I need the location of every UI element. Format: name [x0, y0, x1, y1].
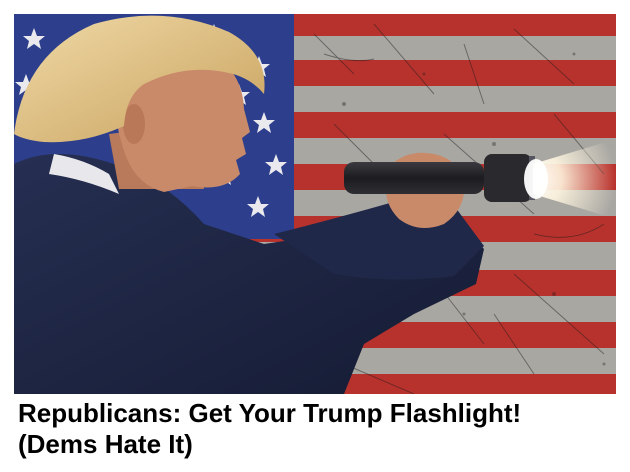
ad-image[interactable]	[14, 14, 616, 394]
ad-card[interactable]: Republicans: Get Your Trump Flashlight! …	[0, 0, 630, 472]
headline-line-1[interactable]: Republicans: Get Your Trump Flashlight!	[18, 398, 618, 429]
headline-line-2[interactable]: (Dems Hate It)	[18, 429, 618, 460]
ad-headline[interactable]: Republicans: Get Your Trump Flashlight! …	[18, 398, 618, 460]
